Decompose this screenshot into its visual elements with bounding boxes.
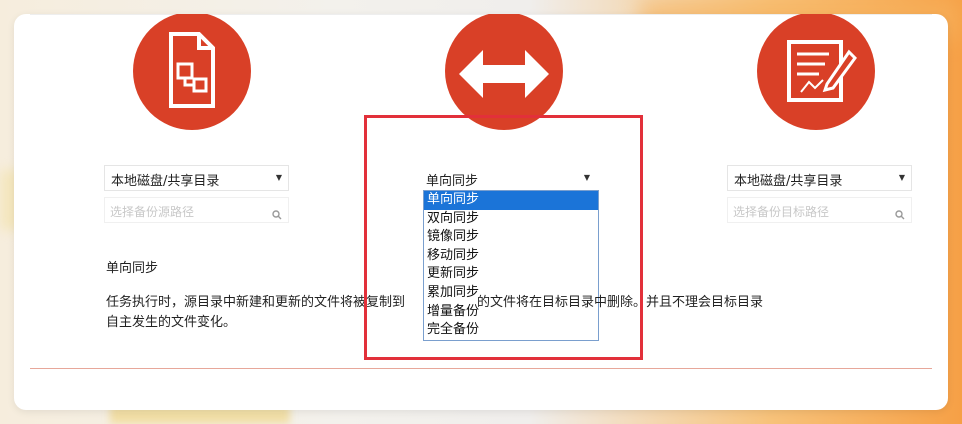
- chevron-down-icon: ▼: [898, 173, 905, 182]
- chevron-down-icon: ▼: [275, 173, 282, 182]
- option-mirror-sync[interactable]: 镜像同步: [424, 228, 598, 247]
- sync-mode-icon: [445, 14, 563, 130]
- source-type-select[interactable]: 本地磁盘/共享目录 ▼: [104, 165, 289, 191]
- search-icon[interactable]: [895, 205, 905, 224]
- search-icon[interactable]: [272, 205, 282, 224]
- option-one-way-sync[interactable]: 单向同步: [424, 191, 598, 210]
- option-two-way-sync[interactable]: 双向同步: [424, 210, 598, 229]
- option-move-sync[interactable]: 移动同步: [424, 247, 598, 266]
- target-type-value: 本地磁盘/共享目录: [734, 174, 843, 189]
- edit-document-icon: [787, 40, 857, 102]
- description-line1: 任务执行时，源目录中新建和更新的文件将被复制到: [106, 295, 406, 310]
- double-arrow-icon: [459, 50, 549, 98]
- sync-config-card: 本地磁盘/共享目录 ▼ 选择备份源路径 单向同步 ▼ 单向同步 双向同步 镜像同…: [14, 14, 948, 410]
- document-flowchart-icon: [169, 32, 215, 108]
- source-type-value: 本地磁盘/共享目录: [111, 174, 220, 189]
- mode-description-title: 单向同步: [106, 261, 159, 276]
- source-path-placeholder: 选择备份源路径: [110, 205, 195, 219]
- target-path-placeholder: 选择备份目标路径: [733, 205, 830, 219]
- target-icon: [757, 14, 875, 130]
- divider: [30, 368, 932, 369]
- chevron-down-icon: ▼: [583, 173, 590, 182]
- source-path-input[interactable]: 选择备份源路径: [104, 197, 289, 223]
- sync-mode-value: 单向同步: [426, 174, 479, 189]
- target-type-select[interactable]: 本地磁盘/共享目录 ▼: [727, 165, 912, 191]
- sync-mode-select[interactable]: 单向同步 ▼: [421, 165, 597, 191]
- mode-description-body: 任务执行时，源目录中新建和更新的文件将被复制到 的文件将在目标目录中删除。并且不理…: [106, 293, 916, 333]
- description-line2: 自主发生的文件变化。: [106, 315, 237, 330]
- option-update-sync[interactable]: 更新同步: [424, 265, 598, 284]
- target-path-input[interactable]: 选择备份目标路径: [727, 197, 912, 223]
- description-line1-tail: 的文件将在目标目录中删除。并且不理会目标目录: [477, 295, 764, 310]
- source-icon: [133, 14, 251, 130]
